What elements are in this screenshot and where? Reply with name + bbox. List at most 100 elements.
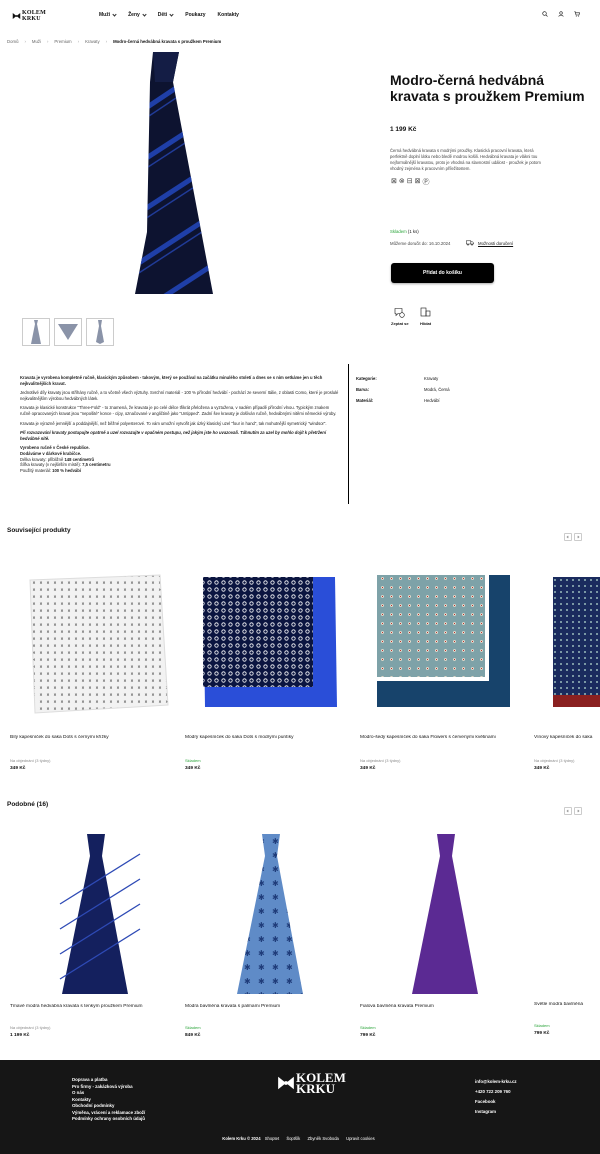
similar-title: Podobné (16) xyxy=(7,801,49,808)
card-image-wine xyxy=(553,577,600,707)
desc-intro: Kravata je vyrobena kompletně ručně, kla… xyxy=(20,375,323,386)
card-name[interactable]: Tmavě modrá hedvábná kravata s tenkým pr… xyxy=(10,1004,180,1009)
delivery-date: Můžeme doručit do: 16.10.2024 xyxy=(390,241,451,246)
card-name[interactable]: Modrý kapesníček do saka Dots s modrými … xyxy=(185,735,355,740)
nav-deti[interactable]: Děti xyxy=(158,11,174,18)
breadcrumb-kravaty[interactable]: Kravaty xyxy=(85,39,100,44)
nav-zeny[interactable]: Ženy xyxy=(128,11,147,18)
card-name[interactable]: Světle modrá bavlněná xyxy=(534,1002,600,1007)
card-image-purple-tie xyxy=(412,834,478,994)
search-icon[interactable] xyxy=(542,11,548,17)
card-stock: Skladem xyxy=(360,1025,376,1030)
watch-price-icon xyxy=(420,307,431,317)
desc-paragraph: Jednotlivé díly kravaty jsou stříhány ru… xyxy=(20,390,339,401)
logo[interactable]: KOLEM KRKU xyxy=(12,7,46,25)
breadcrumb-home[interactable]: Domů xyxy=(7,39,18,44)
footer-logo[interactable]: KOLEM KRKU xyxy=(276,1071,346,1095)
no-bleach-icon: ⊗ xyxy=(398,178,405,185)
card-name[interactable]: Modrá bavlněná kravata s palmami Premium xyxy=(185,1004,355,1009)
next-arrow-button[interactable] xyxy=(574,533,582,541)
breadcrumb-muzi[interactable]: Muži xyxy=(32,39,41,44)
desc-material: Použitý materiál: 100 % hedvábí xyxy=(20,467,81,473)
prev-arrow-button[interactable] xyxy=(564,533,572,541)
product-card[interactable]: Vínový kapesníček do saka Na objednání (… xyxy=(534,565,600,771)
card-image-flowers xyxy=(377,575,510,707)
care-symbols: ⊠ ⊗ ⊟ ⊠ Ⓟ xyxy=(391,177,430,187)
related-title: Související produkty xyxy=(7,527,71,534)
prev-arrow-button[interactable] xyxy=(564,807,572,815)
thumbnail-2[interactable] xyxy=(54,318,82,346)
footer-bottom-link[interactable]: Zbyněk Svoboda xyxy=(307,1136,338,1141)
thumbnail-3[interactable] xyxy=(86,318,114,346)
product-card[interactable]: Světle modrá bavlněná Skladem 799 Kč xyxy=(534,834,600,1036)
attribute-row: Barva: Modrá, Černá xyxy=(356,387,450,392)
add-to-cart-button[interactable]: Přidat do košíku xyxy=(391,263,494,283)
chevron-down-icon xyxy=(112,11,117,17)
footer-contact: info@kolem-krku.cz +420 722 209 760 Face… xyxy=(475,1077,517,1117)
card-stock: Na objednání (3 týdny) xyxy=(10,758,51,763)
card-name[interactable]: Vínový kapesníček do saka xyxy=(534,735,600,740)
header-icons xyxy=(542,11,580,17)
product-main-image[interactable] xyxy=(95,52,295,294)
card-name[interactable]: Fialová bavlněná kravata Premium xyxy=(360,1004,530,1009)
card-price: 349 Kč xyxy=(10,766,26,771)
product-title: Modro-černá hedvábná kravata s proužkem … xyxy=(390,72,585,104)
stock-status: Skladem (1 ks) xyxy=(390,229,419,234)
nav-kontakty[interactable]: Kontakty xyxy=(218,12,239,18)
product-card[interactable]: ✱ Modrá bavlněná kravata s palmami Premi… xyxy=(185,834,355,1038)
breadcrumb-premium[interactable]: Premium xyxy=(54,39,71,44)
card-price: 349 Kč xyxy=(185,766,201,771)
card-image-white-dots: × xyxy=(29,574,169,714)
card-price: 1 199 Kč xyxy=(10,1033,30,1038)
card-image-blue-dots xyxy=(203,577,337,707)
chevron-down-icon xyxy=(142,11,147,17)
footer-bottom-link[interactable]: Šoptšík xyxy=(286,1136,300,1141)
watch-button[interactable]: Hlídat xyxy=(420,307,431,326)
footer-phone[interactable]: +420 722 209 760 xyxy=(475,1087,517,1097)
product-card[interactable]: Fialová bavlněná kravata Premium Skladem… xyxy=(360,834,530,1038)
card-stock: Na objednání (3 týdny) xyxy=(360,758,401,763)
desc-paragraph: Kravata je klasické konstrukce "Three-Fo… xyxy=(20,405,337,416)
product-description: Kravata je vyrobena kompletně ručně, kla… xyxy=(20,375,340,473)
card-stock: Na objednání (3 týdny) xyxy=(10,1025,51,1030)
product-card[interactable]: Modrý kapesníček do saka Dots s modrými … xyxy=(185,565,355,771)
attribute-row: Kategorie: Kravaty xyxy=(356,376,439,381)
card-price: 349 Kč xyxy=(534,766,550,771)
footer-instagram[interactable]: Instagram xyxy=(475,1107,517,1117)
footer-email[interactable]: info@kolem-krku.cz xyxy=(475,1077,517,1087)
card-price: 349 Kč xyxy=(360,766,376,771)
similar-arrows xyxy=(564,807,582,815)
copyright: Kolem Krku © 2024 xyxy=(222,1136,261,1141)
footer-bottom-link[interactable]: Shoptet xyxy=(265,1136,279,1141)
breadcrumb-separator: › xyxy=(105,39,108,44)
card-stock: Skladem xyxy=(534,1023,550,1028)
card-image-blue-palm-tie: ✱ xyxy=(237,834,303,994)
question-bubble-icon xyxy=(394,308,405,318)
footer-facebook[interactable]: Facebook xyxy=(475,1097,517,1107)
product-card[interactable]: Tmavě modrá hedvábná kravata s tenkým pr… xyxy=(10,834,180,1038)
delivery-options-link[interactable]: Možnosti doručení xyxy=(466,240,513,246)
footer-link[interactable]: Podmínky ochrany osobních údajů xyxy=(72,1116,145,1123)
card-name[interactable]: Modro-šedý kapesníček do saka Flowers s … xyxy=(360,735,530,740)
card-stock: Skladem xyxy=(185,1025,201,1030)
card-price: 799 Kč xyxy=(360,1033,376,1038)
cart-icon[interactable] xyxy=(574,11,580,17)
thumbnail-1[interactable] xyxy=(22,318,50,346)
desc-warning: Při rozvazování kravaty postupujte opatr… xyxy=(20,430,326,441)
footer-bottom-link[interactable]: Upravit cookies xyxy=(346,1136,375,1141)
no-tumble-dry-icon: ⊠ xyxy=(414,178,421,185)
nav-poukazy[interactable]: Poukazy xyxy=(185,12,205,18)
iron-icon: ⊟ xyxy=(406,178,413,185)
product-card[interactable]: × Bílý kapesníček do saka Dots s černými… xyxy=(10,565,180,771)
breadcrumb-current: Modro-černá hedvábná kravata s proužkem … xyxy=(113,39,222,44)
wash-icon: ⊠ xyxy=(391,178,397,185)
next-arrow-button[interactable] xyxy=(574,807,582,815)
user-icon[interactable] xyxy=(558,11,564,17)
card-name[interactable]: Bílý kapesníček do saka Dots s černými k… xyxy=(10,735,180,740)
footer-bottom: Kolem Krku © 2024 Shoptet Šoptšík Zbyněk… xyxy=(0,1136,600,1141)
nav-muzi[interactable]: Muži xyxy=(99,11,117,18)
product-card[interactable]: Modro-šedý kapesníček do saka Flowers s … xyxy=(360,565,530,771)
bowtie-hands-logo-icon xyxy=(278,1076,294,1090)
ask-question-button[interactable]: Zeptat se xyxy=(391,307,409,326)
dry-clean-icon: Ⓟ xyxy=(422,179,430,186)
